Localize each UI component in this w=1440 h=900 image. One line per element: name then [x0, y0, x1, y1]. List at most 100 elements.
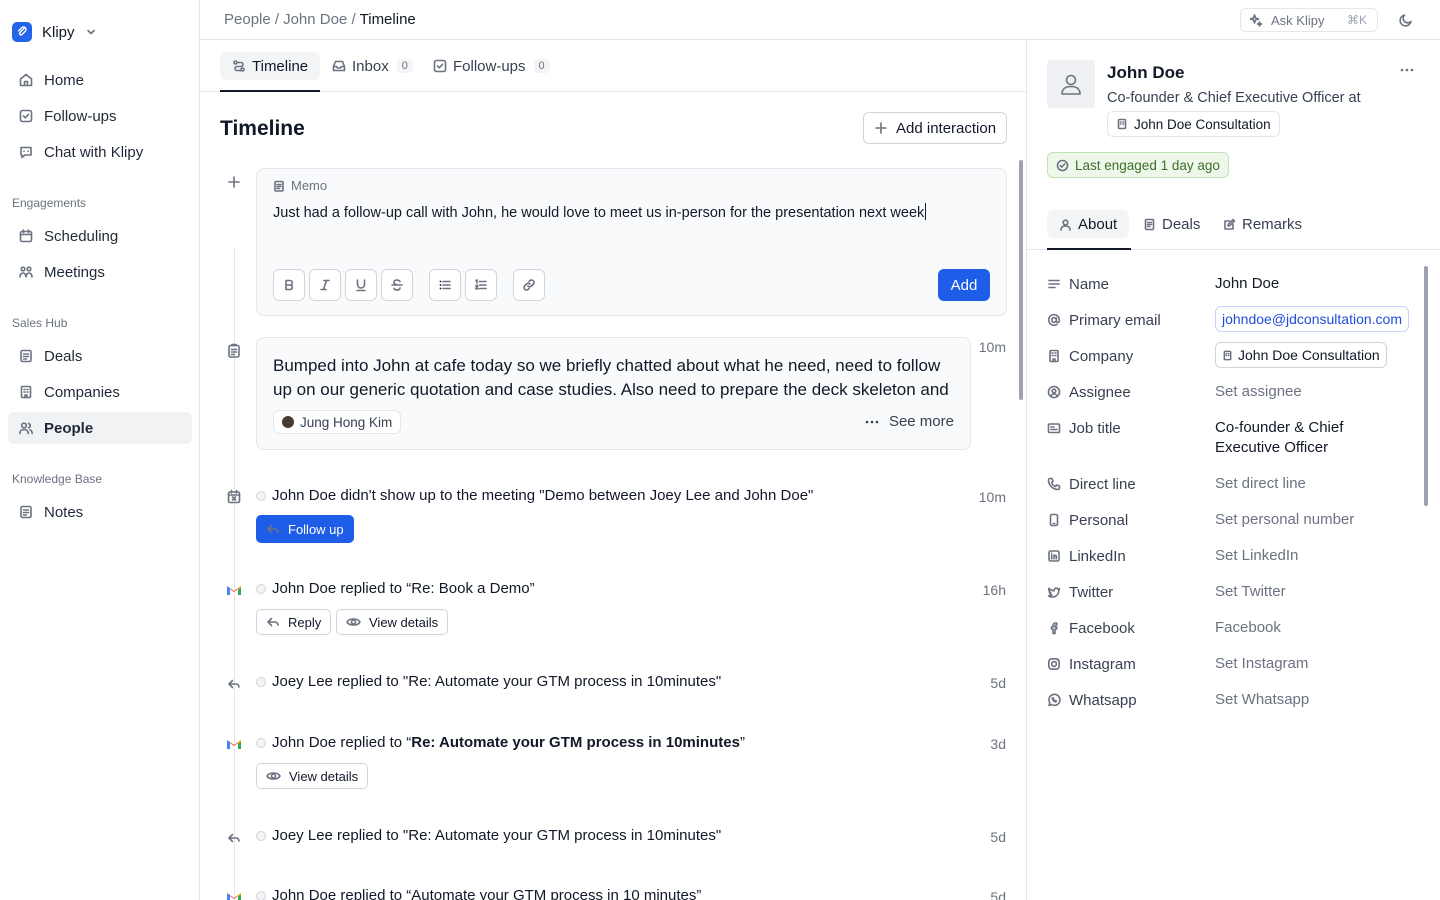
- job-title-value[interactable]: Co-founder & Chief Executive Officer: [1215, 418, 1365, 458]
- tab-timeline[interactable]: Timeline: [220, 52, 321, 80]
- chat-bot-icon: [20, 146, 32, 159]
- bold-button[interactable]: [273, 269, 305, 301]
- contact-name: John Doe: [1107, 63, 1185, 82]
- underline-icon: [356, 279, 366, 292]
- timeline-event: Joey Lee replied to "Re: Automate your G…: [256, 673, 721, 690]
- field-primary-email: Primary email johndoe@jdconsultation.com: [1047, 306, 1417, 336]
- memo-label: Memo: [273, 178, 327, 193]
- company-link[interactable]: John Doe Consultation: [1215, 342, 1387, 368]
- sidebar-item-people[interactable]: People: [8, 412, 192, 444]
- memo-editor: Memo Just had a follow-up call with John…: [256, 168, 1007, 316]
- personal-value[interactable]: Set personal number: [1215, 510, 1415, 530]
- memo-textarea[interactable]: Just had a follow-up call with John, he …: [273, 203, 927, 221]
- whatsapp-icon: [1048, 693, 1061, 707]
- calendar-x-icon: [226, 489, 242, 505]
- check-circle-icon: [1056, 159, 1069, 171]
- bullet-list-button[interactable]: [429, 269, 461, 301]
- avatar: [256, 490, 266, 501]
- facebook-value[interactable]: Facebook: [1215, 618, 1415, 638]
- tab-remarks[interactable]: Remarks: [1211, 210, 1314, 238]
- strikethrough-icon: [391, 279, 403, 291]
- sidebar-item-chat[interactable]: Chat with Klipy: [8, 136, 192, 168]
- view-details-button[interactable]: View details: [256, 763, 369, 789]
- breadcrumb-john-doe[interactable]: John Doe /: [283, 11, 356, 28]
- contact-title: Co-founder & Chief Executive Officer at: [1107, 90, 1361, 106]
- follow-up-button[interactable]: Follow up: [256, 515, 354, 543]
- whatsapp-value[interactable]: Set Whatsapp: [1215, 690, 1415, 710]
- timeline-event: John Doe replied to “Re: Automate your G…: [256, 734, 745, 751]
- home-icon: [19, 73, 33, 87]
- breadcrumb-people[interactable]: People /: [224, 11, 279, 28]
- count-badge: 0: [396, 59, 413, 73]
- checkbox-icon: [433, 59, 447, 73]
- tab-inbox[interactable]: Inbox 0: [320, 52, 425, 80]
- note-card[interactable]: Bumped into John at cafe today so we bri…: [256, 337, 971, 450]
- sidebar-item-follow-ups[interactable]: Follow-ups: [8, 100, 192, 132]
- sidebar-item-meetings[interactable]: Meetings: [8, 256, 192, 288]
- sidebar-item-deals[interactable]: Deals: [8, 340, 192, 372]
- eye-icon: [346, 618, 361, 626]
- more-horizontal-icon: [865, 420, 879, 423]
- sidebar-item-scheduling[interactable]: Scheduling: [8, 220, 192, 252]
- field-instagram: Instagram Set Instagram: [1047, 654, 1417, 674]
- reply-button[interactable]: Reply: [256, 609, 332, 635]
- timeline-scrollbar[interactable]: [1019, 160, 1023, 400]
- email-link[interactable]: johndoe@jdconsultation.com: [1215, 306, 1409, 332]
- name-value[interactable]: John Doe: [1215, 274, 1415, 294]
- event-text: John Doe didn't show up to the meeting "…: [272, 487, 814, 504]
- more-options-button[interactable]: [1400, 68, 1414, 72]
- field-personal: Personal Set personal number: [1047, 510, 1417, 530]
- bullet-list-icon: [439, 280, 451, 290]
- workspace-switcher[interactable]: Klipy: [12, 20, 97, 44]
- event-text: John Doe replied to “Re: Book a Demo”: [272, 580, 535, 597]
- add-memo-button[interactable]: Add: [938, 269, 990, 301]
- sidebar-item-companies[interactable]: Companies: [8, 376, 192, 408]
- timeline-event: John Doe didn't show up to the meeting "…: [256, 487, 813, 504]
- tab-follow-ups[interactable]: Follow-ups 0: [421, 52, 562, 80]
- top-bar: People / John Doe / Timeline Ask Klipy ⌘…: [200, 0, 1440, 40]
- link-button[interactable]: [513, 269, 545, 301]
- klipy-logo-icon: [12, 22, 32, 42]
- theme-toggle[interactable]: [1398, 12, 1414, 28]
- timestamp: 5d: [990, 675, 1006, 691]
- note-icon: [20, 505, 32, 519]
- strikethrough-button[interactable]: [381, 269, 413, 301]
- sidebar: Klipy Home Follow-ups Chat with Klipy En…: [0, 0, 200, 900]
- gmail-icon: [226, 890, 242, 900]
- edit-note-icon: [1224, 218, 1236, 230]
- ask-klipy-button[interactable]: Ask Klipy ⌘K: [1240, 8, 1378, 32]
- instagram-value[interactable]: Set Instagram: [1215, 654, 1415, 674]
- count-badge: 0: [533, 59, 550, 73]
- tab-deals[interactable]: Deals: [1131, 210, 1212, 238]
- view-details-button[interactable]: View details: [336, 609, 449, 635]
- sidebar-item-notes[interactable]: Notes: [8, 496, 192, 528]
- timestamp: 5d: [990, 829, 1006, 845]
- underline-button[interactable]: [345, 269, 377, 301]
- profile-scrollbar[interactable]: [1424, 266, 1428, 506]
- field-facebook: Facebook Facebook: [1047, 618, 1417, 638]
- sidebar-item-label: People: [44, 419, 94, 437]
- twitter-value[interactable]: Set Twitter: [1215, 582, 1415, 602]
- numbered-list-button[interactable]: [465, 269, 497, 301]
- linkedin-value[interactable]: Set LinkedIn: [1215, 546, 1415, 566]
- assignee-value[interactable]: Set assignee: [1215, 382, 1415, 402]
- sidebar-item-label: Chat with Klipy: [44, 143, 144, 161]
- checkbox-icon: [19, 109, 33, 123]
- smartphone-icon: [1049, 513, 1059, 527]
- calendar-icon: [19, 229, 33, 243]
- sidebar-item-home[interactable]: Home: [8, 64, 192, 96]
- see-more-button[interactable]: See more: [865, 413, 954, 430]
- timestamp: 10m: [978, 489, 1006, 505]
- timeline-event: Joey Lee replied to "Re: Automate your G…: [256, 827, 721, 844]
- tab-bar: Timeline Inbox 0 Follow-ups 0: [200, 40, 1026, 92]
- phone-icon: [1047, 477, 1061, 491]
- tab-about[interactable]: About: [1047, 210, 1130, 238]
- moon-icon: [1399, 14, 1412, 27]
- add-entry-button[interactable]: [226, 174, 242, 190]
- add-interaction-button[interactable]: Add interaction: [863, 112, 1007, 144]
- author-chip[interactable]: Jung Hong Kim: [273, 410, 402, 434]
- direct-line-value[interactable]: Set direct line: [1215, 474, 1415, 494]
- avatar: [256, 737, 266, 748]
- company-chip[interactable]: John Doe Consultation: [1107, 111, 1280, 137]
- italic-button[interactable]: [309, 269, 341, 301]
